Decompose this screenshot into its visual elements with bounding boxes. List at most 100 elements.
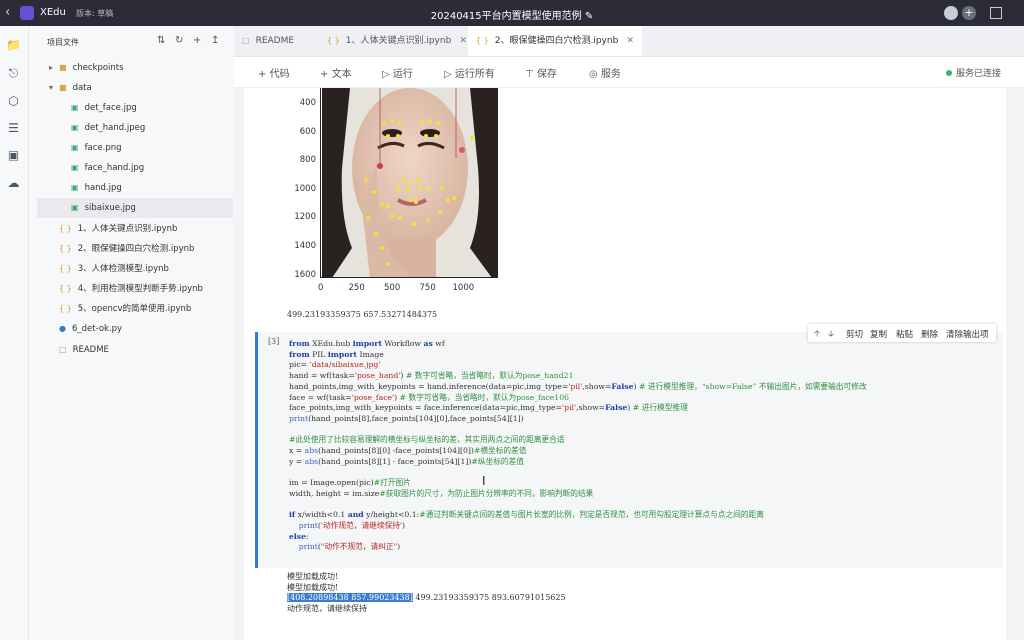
image-file-icon: ▣	[71, 103, 79, 112]
tree-item-python[interactable]: ● 6_det-ok.py	[37, 319, 255, 339]
notebook-icon: { }	[327, 36, 340, 45]
tree-item-notebook[interactable]: { } 5、opencv的简单使用.ipynb	[37, 299, 255, 319]
text-cursor-icon: I	[482, 474, 486, 488]
image-file-icon: ▣	[71, 143, 79, 152]
tab-bar: □ README { } 1、人体关键点识别.ipynb ✕ { } 2、眼保健操四白穴…	[234, 26, 1024, 57]
service-button[interactable]: ◎ 服务	[589, 65, 621, 80]
notebook-icon: { }	[59, 284, 72, 293]
cell-prompt: [3]	[268, 337, 280, 346]
x-tick-label: 0	[318, 283, 324, 293]
clear-output-button[interactable]: 清除输出项	[946, 328, 989, 340]
image-file-icon: ▣	[71, 183, 79, 192]
paste-button[interactable]: 粘贴	[896, 328, 913, 340]
layers-icon[interactable]: ☰	[6, 121, 21, 136]
tree-item-file[interactable]: ▣ det_face.jpg	[37, 98, 267, 118]
play-icon: ▷	[382, 69, 390, 80]
save-button[interactable]: ⊤ 保存	[525, 65, 557, 80]
tree-item-notebook[interactable]: { } 2、眼保健操四白穴检测.ipynb	[37, 239, 255, 259]
notebook-icon: { }	[59, 224, 72, 233]
globe-icon: ◎	[589, 69, 598, 80]
move-down-icon[interactable]: 🡣	[828, 328, 834, 342]
output-image-face	[322, 88, 498, 278]
upload-icon[interactable]: ↥	[211, 35, 219, 46]
close-icon[interactable]: ✕	[459, 26, 467, 56]
x-tick-label: 1000	[452, 283, 475, 293]
cut-button[interactable]: 剪切	[846, 328, 863, 340]
output-line: 模型加载成功!	[287, 582, 339, 592]
tree-item-data[interactable]: ▾ ■ data	[37, 78, 245, 98]
tree-item-file[interactable]: ▣ hand.jpg	[37, 178, 267, 198]
tree-item-file[interactable]: ▣ face_hand.jpg	[37, 158, 267, 178]
play-icon: ▷	[444, 69, 452, 80]
tab-readme[interactable]: □ README	[234, 26, 326, 56]
code-editor[interactable]: from XEdu.hub import Workflow as wf from…	[289, 339, 867, 553]
cell-toolbar: 🡡 🡣 剪切 复制 粘贴 删除 清除输出项	[808, 324, 996, 342]
notebook-toolbar: + 代码 + 文本 ▷ 运行 ▷ 运行所有 ⊤ 保存 ◎ 服务 服务已连接	[234, 57, 1024, 88]
cloud-icon[interactable]: ☁	[6, 176, 21, 191]
tab-notebook-2[interactable]: { } 2、眼保健操四白穴检测.ipynb ✕	[468, 26, 642, 56]
notebook-icon: { }	[59, 244, 72, 253]
tree-item-file[interactable]: ▣ det_hand.jpeg	[37, 118, 267, 138]
image-file-icon: ▣	[71, 203, 79, 212]
plus-icon: +	[258, 69, 267, 80]
cube-icon[interactable]: ⬡	[6, 94, 21, 109]
add-text-button[interactable]: + 文本	[320, 65, 352, 80]
tree-item-file[interactable]: ▣ face.png	[37, 138, 267, 158]
status-dot-icon	[946, 70, 952, 76]
edit-icon[interactable]: ✎	[585, 11, 593, 22]
save-icon: ⊤	[525, 69, 534, 80]
add-icon[interactable]: +	[962, 6, 976, 20]
y-tick-label: 800	[299, 155, 316, 166]
tree-item-file-selected[interactable]: ▣ sibaixue.jpg	[37, 198, 233, 218]
variable-icon[interactable]: ▣	[6, 148, 21, 163]
new-file-icon[interactable]: +	[193, 35, 201, 46]
y-tick-label: 1000	[294, 183, 316, 194]
copy-button[interactable]: 复制	[870, 328, 887, 340]
y-tick-label: 1400	[294, 241, 316, 251]
close-icon[interactable]: ✕	[626, 26, 634, 56]
delete-button[interactable]: 删除	[921, 328, 938, 340]
image-file-icon: ▣	[71, 163, 79, 172]
tree-item-text[interactable]: □ README	[37, 340, 255, 360]
files-icon[interactable]: 📁	[6, 38, 21, 53]
notebook-icon: { }	[476, 36, 489, 45]
text-file-icon: □	[242, 36, 250, 45]
folder-icon: ■	[59, 63, 67, 72]
previous-output-text: 499.23193359375 657.53271484375	[287, 310, 438, 319]
image-file-icon: ▣	[71, 123, 79, 132]
activity-bar: 📁 ⎋ ⬡ ☰ ▣ ☁	[0, 26, 29, 640]
git-icon[interactable]: ⎋	[6, 66, 21, 81]
tab-notebook-1[interactable]: { } 1、人体关键点识别.ipynb ✕	[319, 26, 475, 56]
run-all-button[interactable]: ▷ 运行所有	[444, 65, 495, 80]
tree-item-notebook[interactable]: { } 3、人体检测模型.ipynb	[37, 259, 255, 279]
x-tick-label: 750	[419, 283, 436, 293]
plus-icon: +	[320, 69, 329, 80]
python-icon: ●	[59, 324, 66, 333]
x-tick-label: 250	[348, 283, 365, 293]
y-tick-label: 400	[299, 98, 316, 108]
x-axis-line	[320, 277, 498, 278]
output-line: 499.23193359375 893.60791015625	[412, 593, 566, 603]
add-code-button[interactable]: + 代码	[258, 65, 290, 80]
tree-item-notebook[interactable]: { } 4、利用检测模型判断手势.ipynb	[37, 279, 255, 299]
chevron-down-icon: ▾	[49, 83, 54, 92]
refresh-icon[interactable]: ↻	[175, 35, 183, 46]
output-line: 动作规范，请继续保持	[287, 604, 367, 614]
y-tick-label: 600	[299, 126, 316, 137]
avatar[interactable]	[944, 6, 958, 20]
tree-item-notebook[interactable]: { } 1、人体关键点识别.ipynb	[37, 219, 255, 239]
connection-status: 服务已连接	[946, 66, 1001, 79]
y-axis-line	[320, 88, 321, 278]
notebook-icon: { }	[59, 264, 72, 273]
cell-output: 模型加载成功! 模型加载成功! [408.20898438 857.990234…	[287, 572, 566, 615]
tree-item-checkpoints[interactable]: ▸ ■ checkpoints	[37, 58, 245, 78]
panel-title: 项目文件	[47, 38, 79, 47]
folder-open-icon: ■	[59, 83, 67, 92]
x-tick-label: 500	[384, 283, 401, 293]
file-panel: 项目文件 ⇅ ↻ + ↥ ▸ ■ checkpoints ▾ ■ data ▣ det_f…	[29, 26, 233, 640]
move-up-icon[interactable]: 🡡	[814, 328, 820, 342]
run-button[interactable]: ▷ 运行	[382, 65, 413, 80]
sort-icon[interactable]: ⇅	[157, 35, 165, 46]
window-icon[interactable]	[990, 7, 1002, 19]
document-title[interactable]: 20240415平台内置模型使用范例 ✎	[0, 7, 1024, 22]
